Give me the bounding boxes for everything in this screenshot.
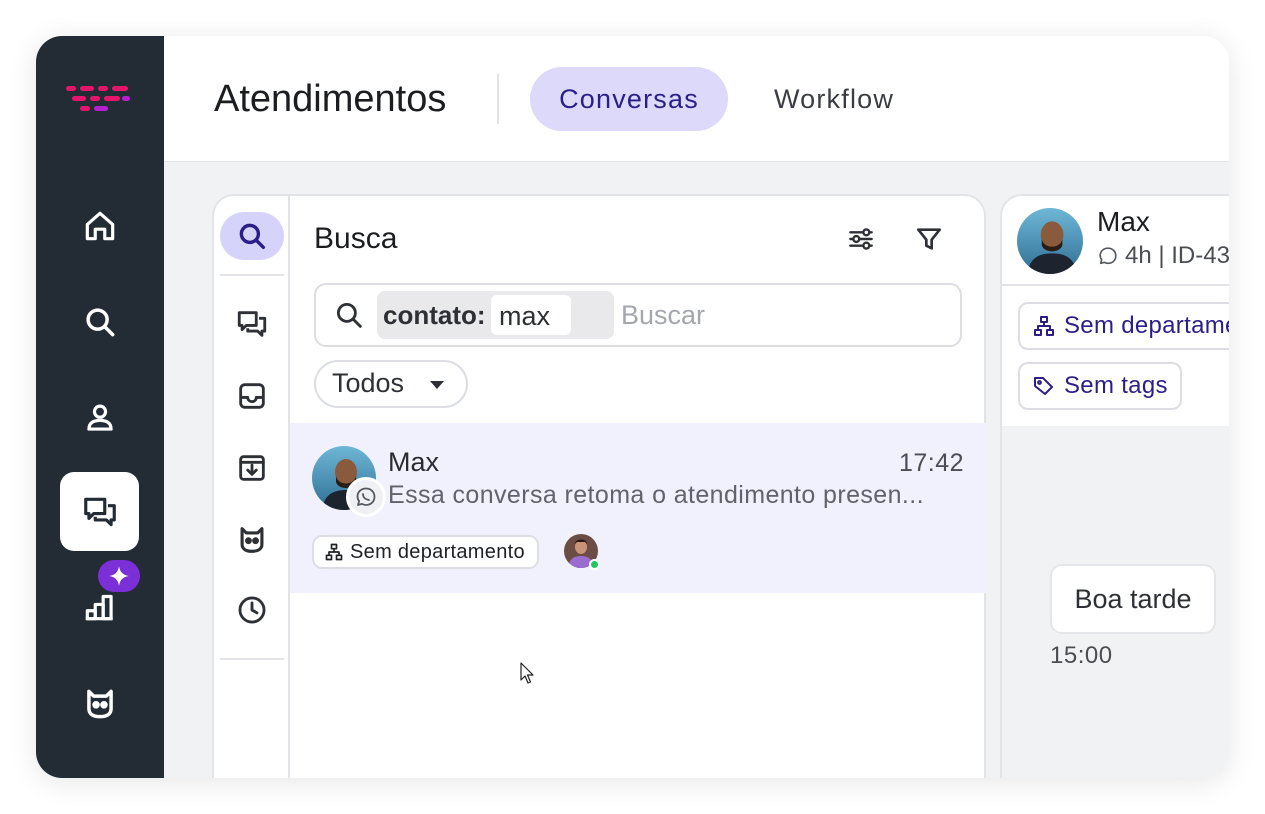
rail-archive[interactable] (220, 444, 284, 492)
settings-button[interactable] (840, 218, 882, 260)
chat-icon (83, 497, 116, 526)
status-filter-dropdown[interactable]: Todos (314, 360, 468, 408)
panel-rail (214, 196, 290, 778)
rail-divider (220, 274, 284, 276)
rail-inbox[interactable] (220, 372, 284, 420)
whatsapp-channel-badge (346, 477, 386, 517)
rail-search[interactable] (220, 212, 284, 260)
user-icon (86, 404, 113, 431)
tab-conversas[interactable]: Conversas (530, 67, 728, 131)
inbox-icon (239, 383, 265, 409)
panel-title: Busca (314, 222, 398, 255)
sparkle-icon (109, 566, 129, 586)
contact-avatar[interactable] (1017, 208, 1083, 274)
search-icon (336, 302, 362, 328)
filter-button[interactable] (908, 218, 950, 260)
search-panel: Busca contato: max Buscar Todos Max 17:4… (212, 194, 986, 778)
rail-bots[interactable] (220, 516, 284, 564)
contact-meta-text: 4h | ID-43 (1125, 242, 1229, 269)
page-title: Atendimentos (214, 78, 447, 120)
ai-badge[interactable] (98, 560, 140, 592)
search-icon (239, 223, 266, 250)
chat-panel: Max 4h | ID-43 Sem departamento (1000, 194, 1229, 778)
conversation-item[interactable]: Max 17:42 Essa conversa retoma o atendim… (290, 423, 986, 593)
chat-bubble-icon (356, 487, 376, 506)
filter-icon (917, 228, 941, 250)
contact-meta: 4h | ID-43 (1097, 242, 1229, 270)
message-time: 15:00 (1050, 642, 1113, 669)
nav-bots[interactable] (60, 664, 139, 743)
tag-icon (1034, 377, 1053, 395)
department-tag[interactable]: Sem departamento (312, 535, 539, 569)
nav-conversations[interactable] (60, 472, 139, 551)
chats-icon (237, 311, 267, 337)
nav-home[interactable] (60, 186, 139, 265)
department-label: Sem departamento (350, 540, 525, 563)
rail-history[interactable] (220, 586, 284, 634)
rail-chats[interactable] (220, 300, 284, 348)
status-filter-label: Todos (332, 368, 405, 398)
nav-search[interactable] (60, 282, 139, 361)
conversation-preview: Essa conversa retoma o atendimento prese… (388, 481, 924, 509)
tab-workflow[interactable]: Workflow (754, 67, 914, 131)
chat-bubble-icon (1099, 247, 1117, 265)
chat-department-label: Sem departamento (1064, 312, 1229, 339)
filter-value[interactable]: max (491, 295, 571, 335)
main-area: Atendimentos Conversas Workflow Busca co… (164, 36, 1229, 778)
brand-logo-icon[interactable] (66, 82, 132, 116)
online-status-dot (589, 559, 600, 570)
chat-header: Max 4h | ID-43 Sem departamento (1002, 196, 1229, 426)
main-nav (36, 36, 164, 778)
contact-name: Max (1097, 206, 1150, 237)
rail-divider (220, 658, 284, 660)
conversation-time: 17:42 (898, 449, 964, 477)
chat-header-divider (1002, 284, 1229, 286)
chart-icon (85, 594, 113, 620)
search-icon (85, 307, 114, 336)
app-window: Atendimentos Conversas Workflow Busca co… (36, 36, 1229, 778)
filter-key: contato: (383, 300, 486, 330)
sliders-icon (849, 228, 873, 250)
caret-down-icon (430, 381, 444, 389)
page-header: Atendimentos Conversas Workflow (164, 36, 1229, 162)
chat-tags-label: Sem tags (1064, 372, 1168, 399)
chat-tags-button[interactable]: Sem tags (1018, 362, 1182, 410)
bot-icon (86, 689, 113, 718)
search-input[interactable]: contato: max Buscar (314, 283, 962, 347)
conversation-name: Max (388, 447, 440, 477)
clock-icon (238, 596, 266, 624)
bot-icon (240, 527, 264, 553)
search-filter-chip[interactable]: contato: max (377, 291, 614, 339)
mouse-cursor-icon (520, 662, 534, 684)
chat-department-tag[interactable]: Sem departamento (1018, 302, 1229, 350)
archive-icon (239, 455, 265, 481)
org-chart-icon (1034, 316, 1054, 336)
header-divider (497, 74, 499, 124)
org-chart-icon (325, 543, 343, 561)
nav-contacts[interactable] (60, 378, 139, 457)
search-placeholder: Buscar (621, 300, 706, 330)
home-icon (85, 211, 114, 240)
message-bubble: Boa tarde (1050, 564, 1216, 634)
